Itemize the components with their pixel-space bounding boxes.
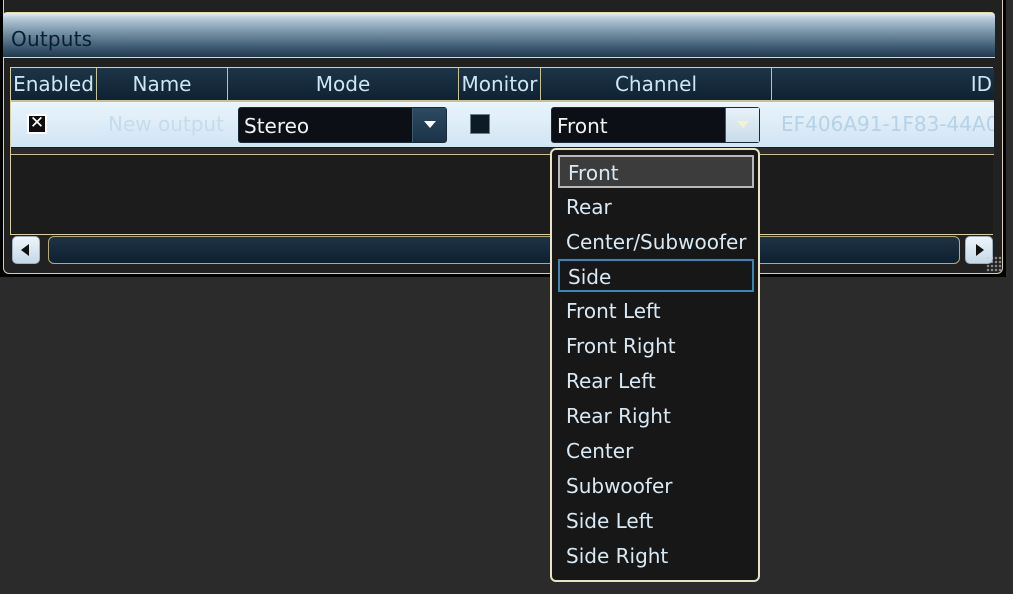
dropdown-item-rear-left[interactable]: Rear Left xyxy=(558,365,754,398)
dropdown-item-center-subwoofer[interactable]: Center/Subwoofer xyxy=(558,226,754,259)
output-name-cell[interactable]: New output xyxy=(108,112,224,136)
enabled-checkbox[interactable]: ✕ xyxy=(27,114,47,134)
dropdown-item-front-left[interactable]: Front Left xyxy=(558,295,754,328)
mode-select[interactable]: Stereo xyxy=(238,107,447,143)
output-id-cell: EF406A91-1F83-44A0-A xyxy=(781,112,994,136)
channel-select-value: Front xyxy=(557,114,608,138)
column-header-enabled[interactable]: Enabled xyxy=(11,68,97,101)
dropdown-item-side-right[interactable]: Side Right xyxy=(558,540,754,573)
chevron-down-icon xyxy=(737,121,749,128)
mode-dropdown-button[interactable] xyxy=(412,108,446,142)
dropdown-item-side-left[interactable]: Side Left xyxy=(558,505,754,538)
column-header-name[interactable]: Name xyxy=(97,68,228,101)
dropdown-item-rear-right[interactable]: Rear Right xyxy=(558,400,754,433)
dropdown-item-side[interactable]: Side xyxy=(558,259,754,292)
table-row[interactable]: ✕ New output Stereo Front EF406A91-1F83-… xyxy=(11,101,994,147)
dropdown-item-front[interactable]: Front xyxy=(558,155,754,188)
column-header-channel[interactable]: Channel xyxy=(541,68,772,101)
outputs-table: Enabled Name Mode Monitor Channel ID ✕ N… xyxy=(10,67,994,235)
row-separator xyxy=(11,148,994,155)
triangle-right-icon xyxy=(976,244,984,256)
outputs-panel: Outputs Enabled Name Mode Monitor Channe… xyxy=(0,0,1006,277)
section-title: Outputs xyxy=(11,27,93,51)
resize-grip-icon[interactable] xyxy=(986,256,1002,272)
column-header-mode[interactable]: Mode xyxy=(228,68,459,101)
channel-select[interactable]: Front xyxy=(551,107,760,143)
channel-dropdown-list: Front Rear Center/Subwoofer Side Front L… xyxy=(550,148,760,582)
channel-dropdown-button[interactable] xyxy=(725,108,759,142)
column-header-row: Enabled Name Mode Monitor Channel ID xyxy=(11,68,994,101)
horizontal-scrollbar[interactable] xyxy=(48,236,960,264)
scroll-left-button[interactable] xyxy=(12,236,40,264)
dropdown-item-center[interactable]: Center xyxy=(558,435,754,468)
chevron-down-icon xyxy=(424,121,436,128)
outputs-window: Outputs Enabled Name Mode Monitor Channe… xyxy=(0,0,1013,594)
section-header[interactable]: Outputs xyxy=(3,12,995,58)
column-header-id[interactable]: ID xyxy=(772,68,994,101)
dropdown-item-subwoofer[interactable]: Subwoofer xyxy=(558,470,754,503)
monitor-checkbox[interactable] xyxy=(470,114,490,134)
triangle-left-icon xyxy=(21,244,29,256)
mode-select-value: Stereo xyxy=(244,114,310,138)
dropdown-item-rear[interactable]: Rear xyxy=(558,191,754,224)
dropdown-item-front-right[interactable]: Front Right xyxy=(558,330,754,363)
column-header-monitor[interactable]: Monitor xyxy=(459,68,541,101)
